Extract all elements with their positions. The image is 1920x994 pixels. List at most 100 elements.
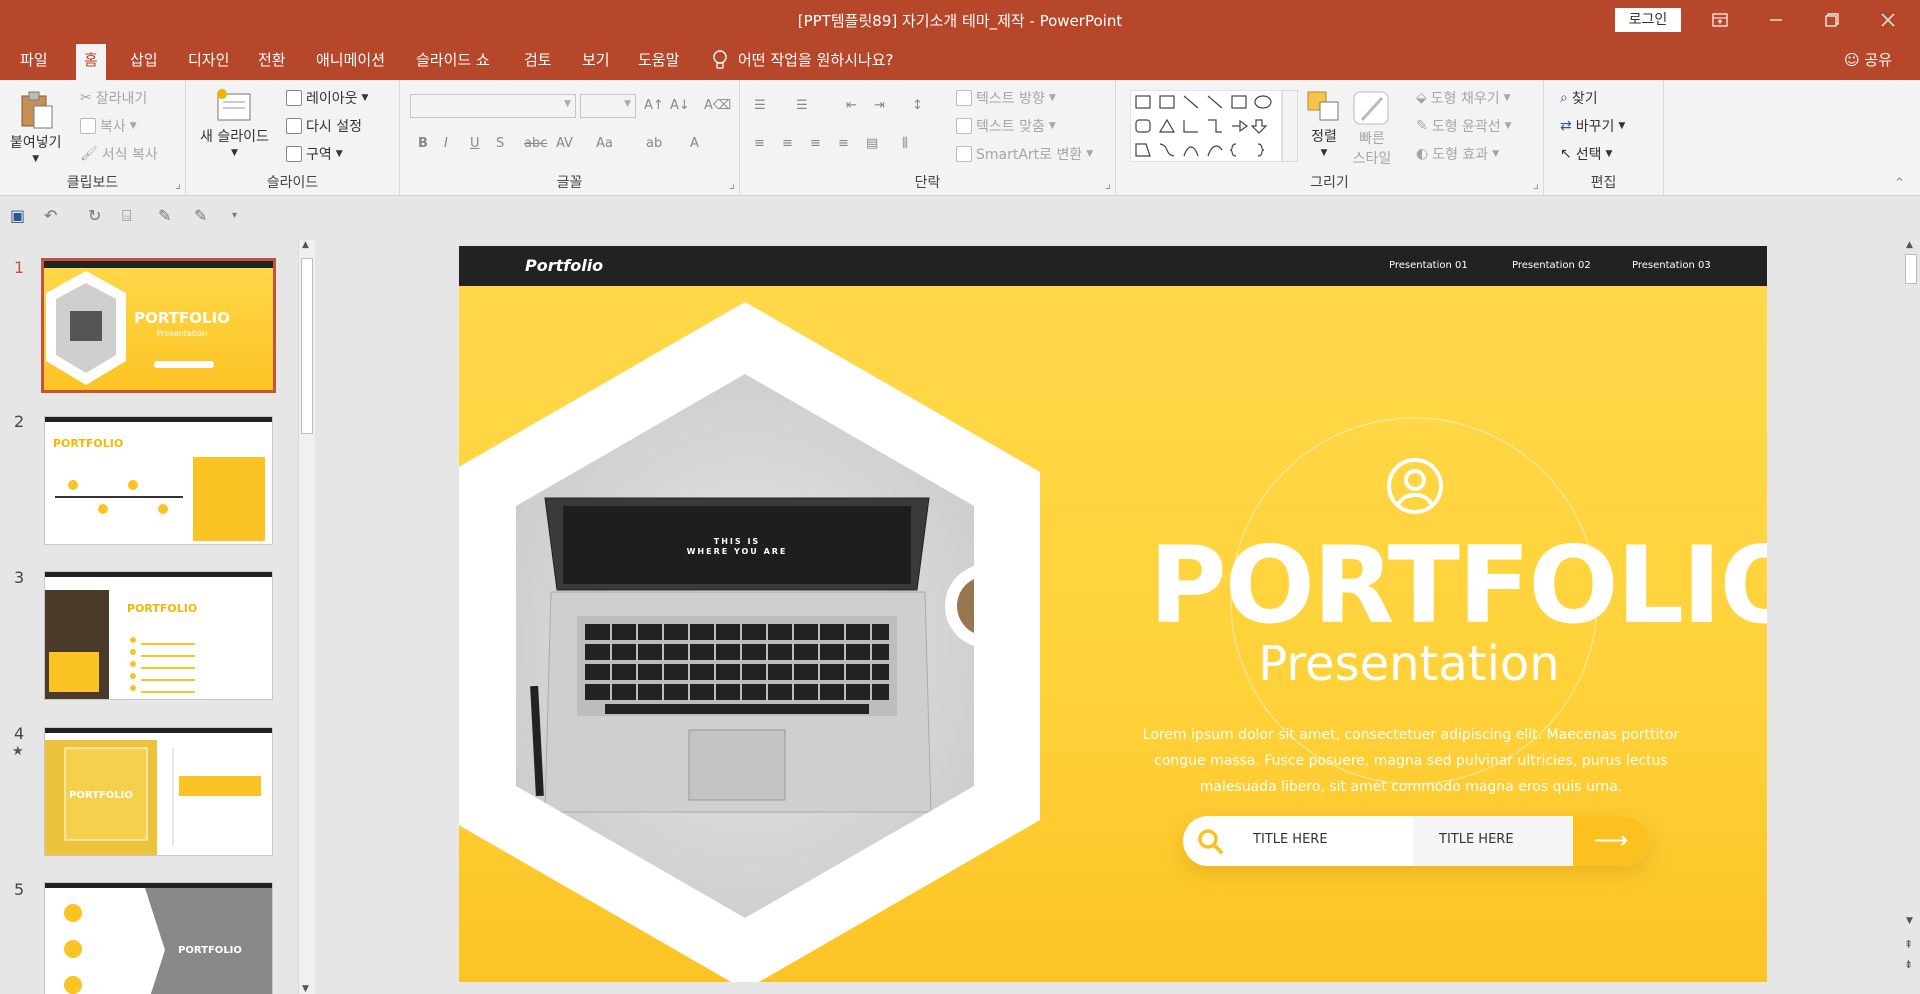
scroll-up-icon[interactable]: ▲: [302, 240, 309, 250]
shadow-icon[interactable]: S: [496, 136, 504, 151]
tell-me-box[interactable]: 어떤 작업을 원하시나요?: [712, 40, 894, 80]
shapes-gallery[interactable]: [1130, 90, 1298, 162]
strikethrough-icon[interactable]: abc: [524, 136, 547, 151]
tab-slideshow[interactable]: 슬라이드 쇼: [408, 40, 498, 80]
minimize-icon[interactable]: [1748, 0, 1804, 40]
columns-icon[interactable]: ⫼: [902, 136, 908, 151]
collapse-ribbon-icon[interactable]: ⌃: [1894, 176, 1905, 191]
reset-button[interactable]: 다시 설정: [286, 116, 362, 136]
scroll-thumb[interactable]: [1905, 254, 1917, 284]
arrow-right-icon[interactable]: ⟶: [1573, 816, 1649, 866]
pen-icon: ✎: [1416, 118, 1428, 134]
cut-button[interactable]: ✂ 잘라내기: [80, 88, 147, 108]
distributed-icon[interactable]: ▤: [866, 136, 878, 151]
bold-icon[interactable]: B: [418, 136, 428, 151]
align-right-icon[interactable]: ≡: [810, 136, 821, 151]
redo-icon[interactable]: ↻: [88, 206, 101, 225]
undo-icon[interactable]: ↶: [44, 206, 57, 225]
pill-title-1[interactable]: TITLE HERE: [1253, 832, 1328, 847]
close-icon[interactable]: [1860, 0, 1916, 40]
slide-scrollbar[interactable]: ▲ ▼: [1902, 236, 1920, 936]
tab-transitions[interactable]: 전환: [250, 40, 294, 80]
scroll-down-icon[interactable]: ▼: [302, 984, 309, 994]
slide-thumbnail-5[interactable]: PORTFOLIO: [44, 882, 273, 994]
align-left-icon[interactable]: ≡: [754, 136, 765, 151]
decrease-indent-icon[interactable]: ⇤: [846, 98, 857, 113]
dialog-launcher-icon[interactable]: ⌟: [729, 177, 735, 192]
change-case-icon[interactable]: Aa: [596, 136, 613, 151]
paint-bucket-icon: ⬙: [1416, 90, 1427, 106]
decrease-font-icon[interactable]: A↓: [670, 98, 690, 113]
slide-thumbnail-2[interactable]: PORTFOLIO: [44, 416, 273, 545]
scroll-thumb[interactable]: [301, 258, 313, 434]
align-text-button[interactable]: 텍스트 맞춤 ▼: [956, 116, 1056, 136]
quick-styles-button[interactable]: 빠른 스타일: [1352, 90, 1392, 168]
thumbnail-scrollbar[interactable]: ▲ ▼: [298, 240, 315, 994]
tab-design[interactable]: 디자인: [180, 40, 237, 80]
dialog-launcher-icon[interactable]: ⌟: [1105, 177, 1111, 192]
new-slide-button[interactable]: 새 슬라이드 ▼: [200, 88, 269, 158]
slide-thumbnail-4[interactable]: PORTFOLIO: [44, 727, 273, 856]
tab-animations[interactable]: 애니메이션: [308, 40, 393, 80]
previous-slide-icon[interactable]: ⇞: [1904, 938, 1913, 951]
paste-button[interactable]: 붙여넣기 ▼: [10, 90, 62, 164]
dialog-launcher-icon[interactable]: ⌟: [175, 177, 181, 192]
slide-subtitle[interactable]: Presentation: [1149, 636, 1669, 692]
share-button[interactable]: ☺ 공유: [1844, 40, 1892, 80]
increase-indent-icon[interactable]: ⇥: [874, 98, 885, 113]
eraser-tool-icon[interactable]: ✎: [194, 206, 207, 225]
tab-view[interactable]: 보기: [574, 40, 618, 80]
layout-button[interactable]: 레이아웃 ▼: [286, 88, 368, 108]
spacing-icon[interactable]: AV: [556, 136, 573, 151]
shape-outline-button[interactable]: ✎ 도형 윤곽선 ▼: [1416, 116, 1512, 136]
shape-effects-button[interactable]: ◐ 도형 효과 ▼: [1416, 144, 1499, 164]
tab-review[interactable]: 검토: [516, 40, 560, 80]
highlight-icon[interactable]: ab: [646, 136, 662, 151]
pill-title-2[interactable]: TITLE HERE: [1439, 832, 1514, 847]
slide-canvas[interactable]: Portfolio Presentation 01 Presentation 0…: [459, 246, 1767, 982]
scroll-down-icon[interactable]: ▼: [1906, 916, 1913, 926]
font-size-combo[interactable]: ▼: [580, 94, 636, 118]
customize-qat-icon[interactable]: ▾: [232, 210, 237, 221]
login-button[interactable]: 로그인: [1615, 8, 1681, 32]
smartart-button[interactable]: SmartArt로 변환 ▼: [956, 144, 1093, 164]
copy-button[interactable]: 복사 ▼: [80, 116, 137, 136]
chevron-down-icon: ▼: [1320, 148, 1328, 158]
select-button[interactable]: ↖ 선택 ▼: [1560, 144, 1612, 164]
tab-insert[interactable]: 삽입: [122, 40, 166, 80]
underline-icon[interactable]: U: [470, 136, 480, 151]
slide-title[interactable]: PORTFOLIO: [1149, 524, 1767, 647]
find-button[interactable]: ⌕ 찾기: [1560, 88, 1598, 108]
clear-format-icon[interactable]: A⌫: [704, 98, 731, 113]
replace-button[interactable]: ⇄ 바꾸기 ▼: [1560, 116, 1625, 136]
font-name-combo[interactable]: ▼: [410, 94, 576, 118]
tab-help[interactable]: 도움말: [630, 40, 687, 80]
save-icon[interactable]: ▣: [10, 206, 25, 225]
replace-icon: ⇄: [1560, 118, 1572, 134]
text-direction-button[interactable]: 텍스트 방향 ▼: [956, 88, 1056, 108]
slide-body-text[interactable]: Lorem ipsum dolor sit amet, consectetuer…: [1126, 722, 1696, 800]
tab-home[interactable]: 홈: [76, 44, 106, 80]
dialog-launcher-icon[interactable]: ⌟: [1533, 177, 1539, 192]
numbering-icon[interactable]: ☰: [796, 98, 808, 113]
align-center-icon[interactable]: ≡: [782, 136, 793, 151]
slide-thumbnail-1[interactable]: PORTFOLIO Presentation: [41, 258, 276, 393]
bullets-icon[interactable]: ☰: [754, 98, 766, 113]
pen-tool-icon[interactable]: ✎: [158, 206, 171, 225]
ribbon-display-options-icon[interactable]: [1692, 0, 1748, 40]
justify-icon[interactable]: ≡: [838, 136, 849, 151]
tab-file[interactable]: 파일: [12, 40, 56, 80]
present-icon[interactable]: ⌸: [122, 206, 132, 226]
font-color-icon[interactable]: A: [690, 136, 699, 151]
next-slide-icon[interactable]: ⇟: [1904, 958, 1913, 971]
section-button[interactable]: 구역 ▼: [286, 144, 343, 164]
italic-icon[interactable]: I: [444, 136, 448, 151]
line-spacing-icon[interactable]: ↕: [912, 98, 923, 113]
scroll-up-icon[interactable]: ▲: [1906, 240, 1913, 250]
format-painter-button[interactable]: 🖌 서식 복사: [80, 144, 158, 164]
increase-font-icon[interactable]: A↑: [644, 98, 664, 113]
slide-thumbnail-3[interactable]: PORTFOLIO: [44, 571, 273, 700]
shape-fill-button[interactable]: ⬙ 도형 채우기 ▼: [1416, 88, 1511, 108]
arrange-button[interactable]: 정렬 ▼: [1306, 88, 1342, 158]
restore-icon[interactable]: [1804, 0, 1860, 40]
